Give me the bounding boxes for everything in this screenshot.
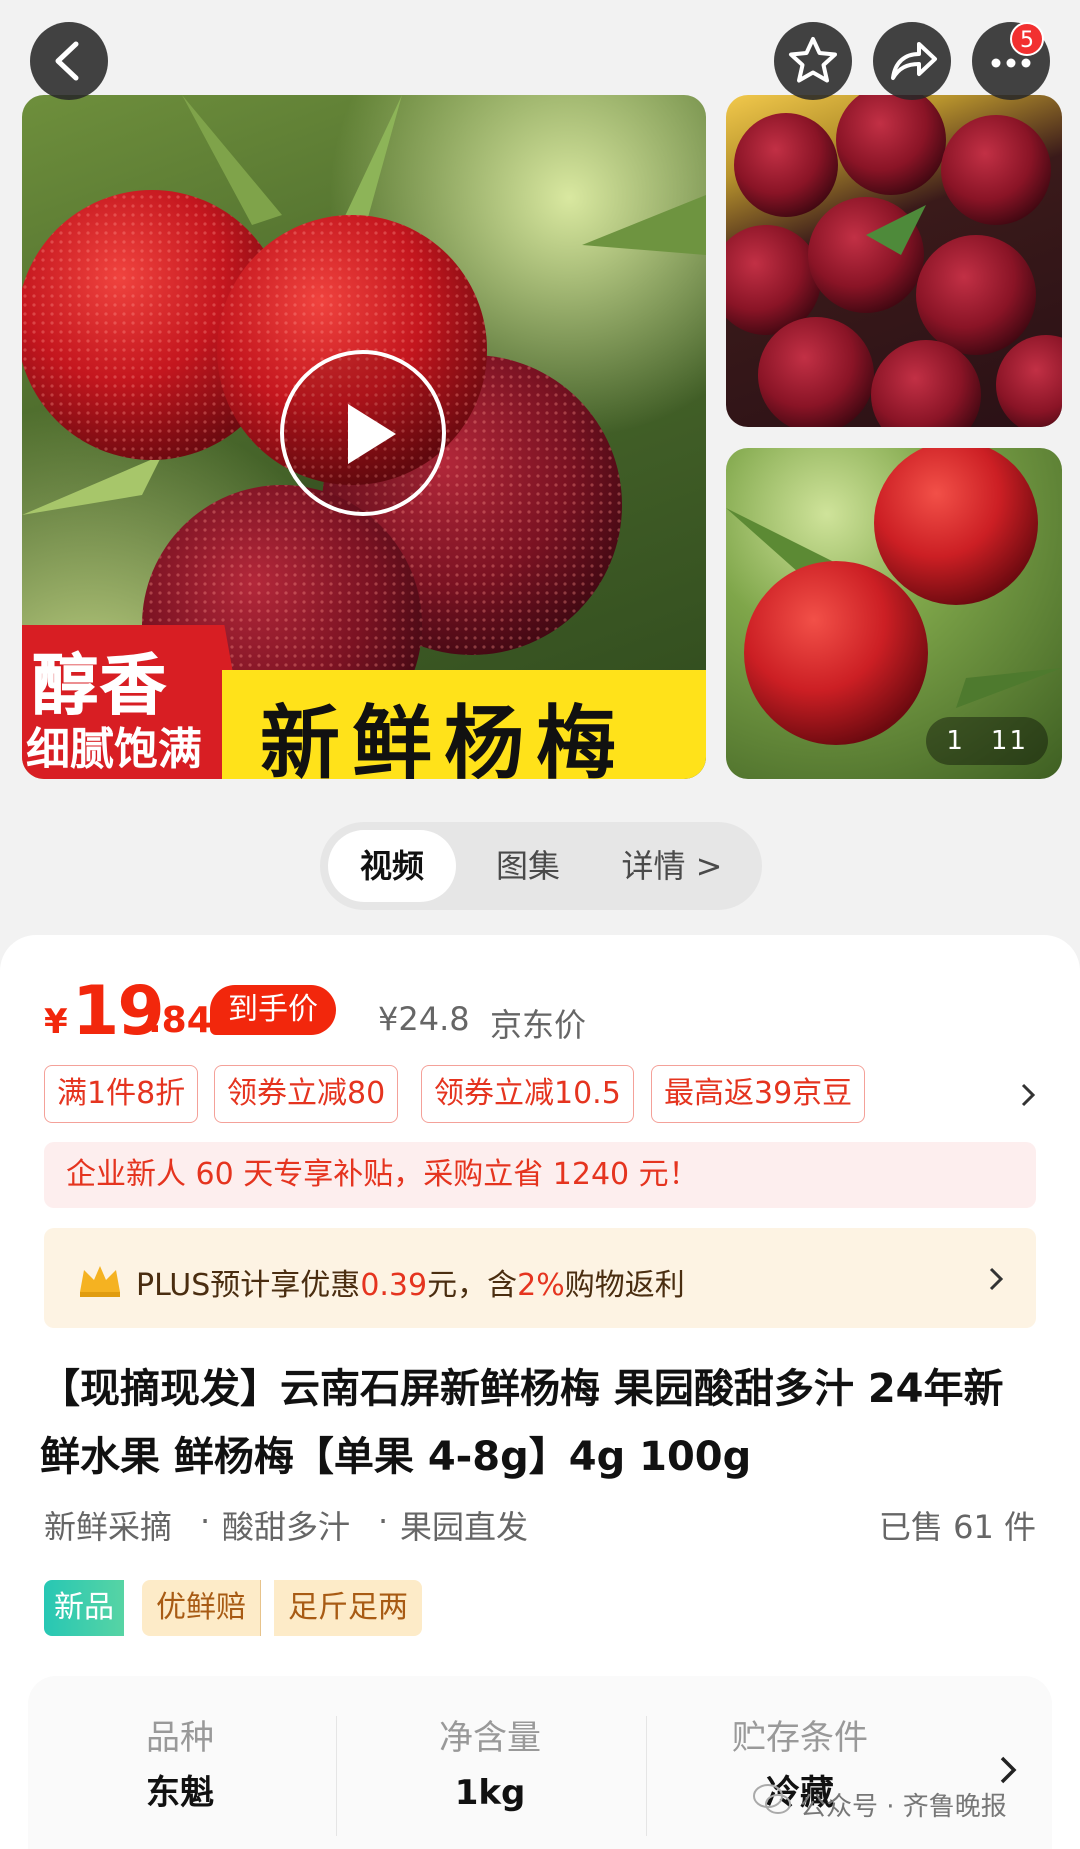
guarantee-badge[interactable]: 优鲜赔 [142, 1580, 261, 1636]
wechat-icon [753, 1784, 791, 1814]
spec-label: 贮存条件 [732, 1718, 868, 1758]
spec-label: 品种 [146, 1718, 214, 1758]
coupon-chip[interactable]: 领券立减10.5 [421, 1065, 634, 1123]
product-gallery: 醇香 细腻饱满 新鲜杨梅 1 11 5 [0, 0, 1080, 800]
plus-promo-text: PLUS预计享优惠0.39元，含2%购物返利 [136, 1260, 685, 1304]
back-button[interactable] [30, 22, 108, 100]
favorite-button[interactable] [774, 22, 852, 100]
share-button[interactable] [873, 22, 951, 100]
feature-dot: · [378, 1502, 389, 1540]
spec-divider [646, 1716, 647, 1836]
spec-variety: 品种 东魁 [100, 1716, 260, 1826]
chevron-left-icon [55, 41, 79, 81]
spec-label: 净含量 [439, 1718, 541, 1758]
new-product-badge: 新品 [44, 1580, 124, 1636]
plus-suffix: 购物返利 [564, 1268, 685, 1303]
subsidy-banner[interactable]: 企业新人 60 天专享补贴，采购立省 1240 元！ [44, 1142, 1036, 1208]
gallery-thumbnail-2[interactable]: 1 11 [726, 448, 1062, 779]
crown-icon [80, 1266, 120, 1297]
banner-line2: 细腻饱满 [26, 724, 202, 775]
coupon-chip[interactable]: 领券立减80 [214, 1065, 399, 1123]
main-product-video[interactable]: 醇香 细腻饱满 新鲜杨梅 [22, 95, 706, 779]
feature-tag: 酸甜多汁 [222, 1508, 351, 1546]
plus-percent: 2% [517, 1268, 565, 1303]
plus-prefix: PLUS预计享优惠 [136, 1268, 361, 1303]
product-title: 【现摘现发】云南石屏新鲜杨梅 果园酸甜多汁 24年新鲜水果 鲜杨梅【单果 4-8… [40, 1366, 1004, 1480]
counter-total: 11 [990, 726, 1028, 756]
banner-main-text: 新鲜杨梅 [260, 697, 628, 779]
sold-count: 已售 61 件 [878, 1508, 1036, 1546]
tab-details[interactable]: 详情 > [602, 830, 742, 902]
guarantee-badge[interactable]: 足斤足两 [274, 1580, 422, 1636]
price-currency: ¥ [44, 1002, 68, 1042]
plus-amount: 0.39 [360, 1268, 428, 1303]
chevron-right-icon[interactable] [986, 1264, 1006, 1294]
chevron-right-icon[interactable] [1018, 1080, 1038, 1110]
feature-dot: · [200, 1502, 211, 1540]
spec-net-weight: 净含量 1kg [410, 1716, 570, 1826]
price-decimal: .84 [148, 1000, 212, 1041]
spec-value: 1kg [454, 1773, 526, 1813]
play-video-button[interactable] [280, 350, 446, 516]
original-price-label: 京东价 [490, 1006, 587, 1044]
image-counter: 1 11 [926, 717, 1048, 765]
tab-gallery[interactable]: 图集 [468, 830, 588, 902]
bayberry-pile-image [726, 95, 1062, 427]
watermark-text: 公众号 · 齐鲁晚报 [800, 1792, 1007, 1822]
feature-tag: 果园直发 [400, 1508, 529, 1546]
star-icon [789, 37, 837, 83]
gallery-thumbnail-1[interactable] [726, 95, 1062, 427]
original-price: ¥24.8 [378, 1000, 470, 1038]
media-tabs: 视频 图集 详情 > [320, 822, 762, 910]
spec-divider [336, 1716, 337, 1836]
tab-video[interactable]: 视频 [328, 830, 456, 902]
coupon-chip[interactable]: 最高返39京豆 [651, 1065, 866, 1123]
plus-mid: 元，含 [427, 1268, 518, 1303]
share-arrow-icon [891, 42, 937, 80]
feature-tag: 新鲜采摘 [44, 1508, 173, 1546]
counter-current: 1 [946, 726, 965, 756]
notification-badge: 5 [1010, 22, 1044, 56]
chevron-right-icon[interactable] [996, 1752, 1020, 1788]
final-price-tag: 到手价 [210, 985, 336, 1035]
coupon-chip[interactable]: 满1件8折 [44, 1065, 199, 1123]
spec-value: 东魁 [146, 1773, 214, 1813]
